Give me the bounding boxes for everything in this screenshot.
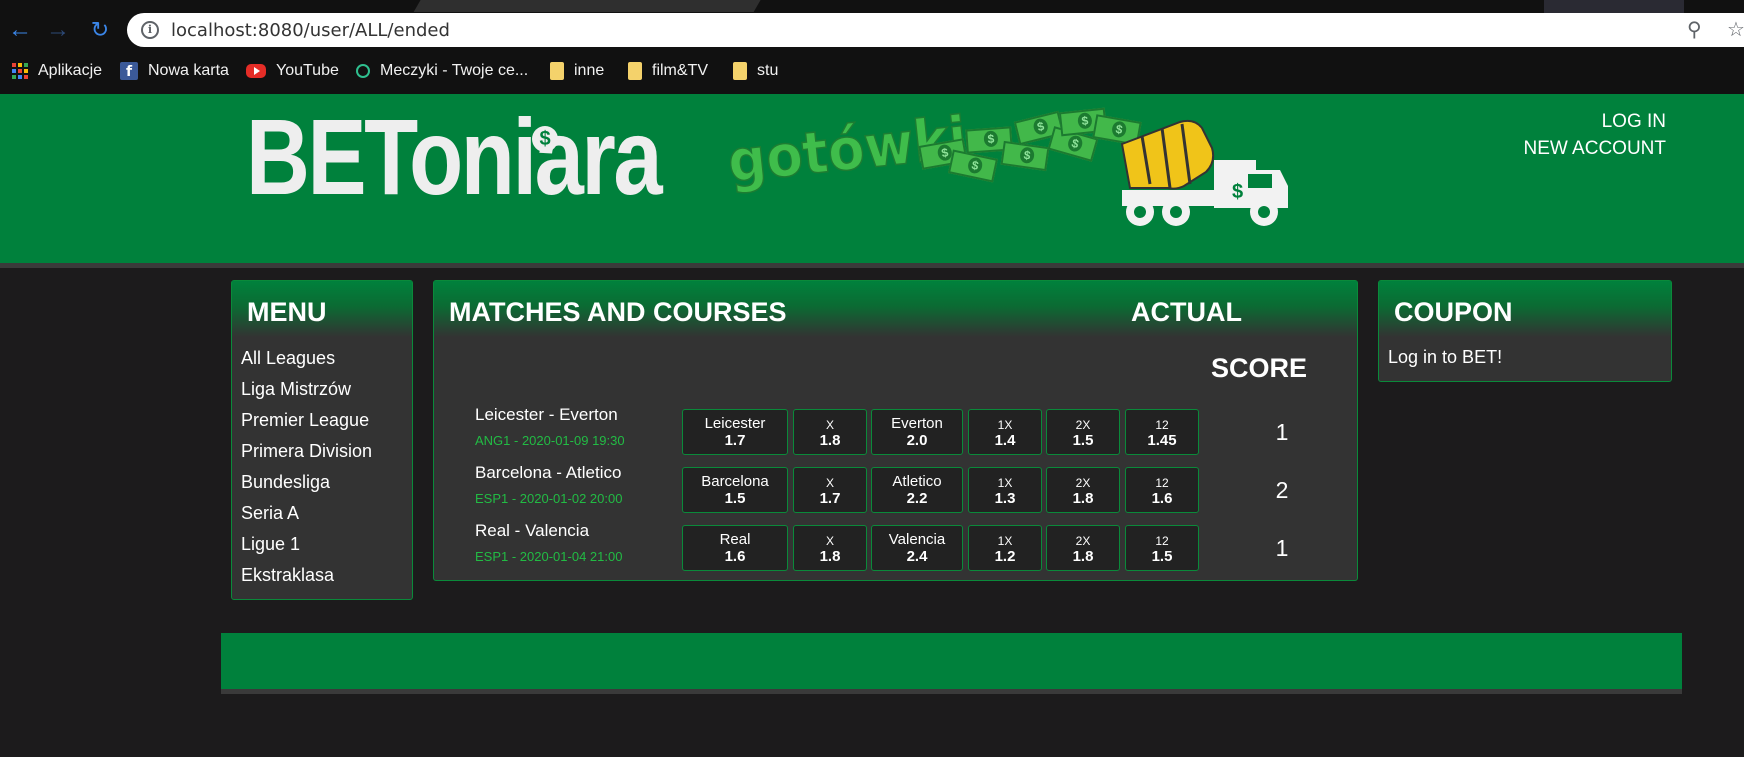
match-score: 2 bbox=[1275, 477, 1289, 503]
match-meta: ESP1 - 2020-01-02 20:00 bbox=[475, 491, 623, 506]
folder-icon bbox=[550, 62, 564, 80]
menu-item-ekstraklasa[interactable]: Ekstraklasa bbox=[241, 560, 412, 591]
site-info-icon[interactable]: i bbox=[141, 21, 159, 39]
folder-icon bbox=[733, 62, 747, 80]
odd-button-2x[interactable]: 2X 1.8 bbox=[1046, 467, 1120, 513]
match-row: Real - Valencia ESP1 - 2020-01-04 21:00 … bbox=[434, 521, 1357, 571]
match-score: 1 bbox=[1275, 419, 1289, 445]
back-arrow-icon[interactable]: ← bbox=[6, 16, 34, 44]
league-menu: All Leagues Liga Mistrzów Premier League… bbox=[232, 337, 412, 591]
tab-strip-decoration bbox=[413, 0, 767, 12]
odd-button-away[interactable]: Everton 2.0 bbox=[871, 409, 963, 455]
odd-button-1x[interactable]: 1X 1.2 bbox=[968, 525, 1042, 571]
coupon-login-message: Log in to BET! bbox=[1388, 347, 1503, 367]
match-info: Barcelona - Atletico ESP1 - 2020-01-02 2… bbox=[475, 463, 622, 506]
dollar-coin-icon: $ bbox=[532, 126, 558, 152]
meczyki-icon bbox=[356, 64, 370, 78]
matches-title: MATCHES AND COURSES bbox=[449, 297, 787, 327]
matches-header: MATCHES AND COURSES ACTUAL bbox=[434, 281, 1357, 337]
address-bar[interactable]: i localhost:8080/user/ALL/ended ⚲ ☆ bbox=[127, 13, 1744, 47]
forward-arrow-icon[interactable]: → bbox=[44, 16, 72, 44]
odd-button-draw[interactable]: X 1.7 bbox=[793, 467, 867, 513]
coupon-title: COUPON bbox=[1379, 281, 1671, 337]
odd-button-2x[interactable]: 2X 1.5 bbox=[1046, 409, 1120, 455]
match-name: Real - Valencia bbox=[475, 521, 590, 540]
bookmark-inne[interactable]: inne bbox=[550, 59, 604, 83]
odd-button-home[interactable]: Leicester 1.7 bbox=[682, 409, 788, 455]
odd-button-away[interactable]: Atletico 2.2 bbox=[871, 467, 963, 513]
match-row: Barcelona - Atletico ESP1 - 2020-01-02 2… bbox=[434, 463, 1357, 513]
match-name: Leicester - Everton bbox=[475, 405, 618, 424]
log-in-link[interactable]: LOG IN bbox=[1524, 108, 1666, 135]
menu-item-all-leagues[interactable]: All Leagues bbox=[241, 343, 412, 374]
odd-button-12[interactable]: 12 1.6 bbox=[1125, 467, 1199, 513]
browser-chrome: ← → ↻ i localhost:8080/user/ALL/ended ⚲ … bbox=[0, 0, 1744, 94]
bookmark-stu[interactable]: stu bbox=[733, 59, 778, 83]
odd-button-1x[interactable]: 1X 1.3 bbox=[968, 467, 1042, 513]
odd-button-draw[interactable]: X 1.8 bbox=[793, 409, 867, 455]
match-meta: ESP1 - 2020-01-04 21:00 bbox=[475, 549, 623, 564]
tab-strip-decoration bbox=[1544, 0, 1684, 14]
bookmark-star-icon[interactable]: ☆ bbox=[1727, 17, 1744, 42]
cement-truck-icon: $ bbox=[1120, 119, 1288, 226]
url-text[interactable]: localhost:8080/user/ALL/ended bbox=[171, 20, 450, 41]
score-title: SCORE bbox=[1211, 353, 1308, 383]
header-divider bbox=[0, 263, 1744, 268]
footer-divider bbox=[221, 689, 1682, 694]
odd-button-12[interactable]: 12 1.5 bbox=[1125, 525, 1199, 571]
menu-item-ligue-1[interactable]: Ligue 1 bbox=[241, 529, 412, 560]
site-logo[interactable]: BEToniara bbox=[246, 103, 663, 211]
odd-button-1x[interactable]: 1X 1.4 bbox=[968, 409, 1042, 455]
menu-item-seria-a[interactable]: Seria A bbox=[241, 498, 412, 529]
auth-links: LOG IN NEW ACCOUNT bbox=[1524, 108, 1667, 162]
matches-panel: MATCHES AND COURSES ACTUAL SCORE Leicest… bbox=[433, 280, 1358, 581]
bookmark-film-tv[interactable]: film&TV bbox=[628, 59, 708, 83]
match-name: Barcelona - Atletico bbox=[475, 463, 622, 482]
zoom-icon[interactable]: ⚲ bbox=[1687, 17, 1702, 42]
bookmark-label: inne bbox=[574, 62, 605, 79]
match-row: Leicester - Everton ANG1 - 2020-01-09 19… bbox=[434, 405, 1357, 455]
bookmark-youtube[interactable]: YouTube bbox=[246, 59, 339, 83]
bookmark-label: stu bbox=[757, 62, 779, 79]
menu-item-liga-mistrzow[interactable]: Liga Mistrzów bbox=[241, 374, 412, 405]
odd-button-12[interactable]: 12 1.45 bbox=[1125, 409, 1199, 455]
match-info: Real - Valencia ESP1 - 2020-01-04 21:00 bbox=[475, 521, 622, 564]
match-score: 1 bbox=[1275, 535, 1289, 561]
odd-button-draw[interactable]: X 1.8 bbox=[793, 525, 867, 571]
bookmarks-bar: Aplikacje f Nowa karta YouTube Meczyki -… bbox=[0, 56, 1744, 86]
reload-icon[interactable]: ↻ bbox=[86, 16, 114, 44]
menu-item-primera-division[interactable]: Primera Division bbox=[241, 436, 412, 467]
site-footer bbox=[221, 633, 1682, 689]
odd-button-home[interactable]: Real 1.6 bbox=[682, 525, 788, 571]
actual-title: ACTUAL bbox=[1131, 297, 1242, 327]
bookmark-nowa-karta[interactable]: f Nowa karta bbox=[120, 59, 229, 83]
menu-panel: MENU All Leagues Liga Mistrzów Premier L… bbox=[231, 280, 413, 600]
bookmark-meczyki[interactable]: Meczyki - Twoje ce... bbox=[356, 59, 528, 83]
bookmark-label: YouTube bbox=[276, 62, 339, 79]
coupon-panel: COUPON Log in to BET! bbox=[1378, 280, 1672, 382]
facebook-icon: f bbox=[120, 62, 138, 80]
menu-item-bundesliga[interactable]: Bundesliga bbox=[241, 467, 412, 498]
folder-icon bbox=[628, 62, 642, 80]
menu-item-premier-league[interactable]: Premier League bbox=[241, 405, 412, 436]
match-meta: ANG1 - 2020-01-09 19:30 bbox=[475, 433, 625, 448]
bookmark-label: film&TV bbox=[652, 62, 708, 79]
match-info: Leicester - Everton ANG1 - 2020-01-09 19… bbox=[475, 405, 625, 448]
bookmark-label: Nowa karta bbox=[148, 62, 229, 79]
new-account-link[interactable]: NEW ACCOUNT bbox=[1524, 135, 1667, 162]
bookmark-label: Meczyki - Twoje ce... bbox=[380, 62, 529, 79]
odd-button-away[interactable]: Valencia 2.4 bbox=[871, 525, 963, 571]
bookmark-aplikacje[interactable]: Aplikacje bbox=[12, 59, 102, 83]
menu-title: MENU bbox=[232, 281, 412, 337]
odd-button-2x[interactable]: 2X 1.8 bbox=[1046, 525, 1120, 571]
youtube-icon bbox=[246, 64, 266, 78]
bookmark-label: Aplikacje bbox=[38, 62, 103, 79]
svg-text:$: $ bbox=[1232, 181, 1243, 203]
odd-button-home[interactable]: Barcelona 1.5 bbox=[682, 467, 788, 513]
apps-grid-icon bbox=[12, 63, 28, 79]
